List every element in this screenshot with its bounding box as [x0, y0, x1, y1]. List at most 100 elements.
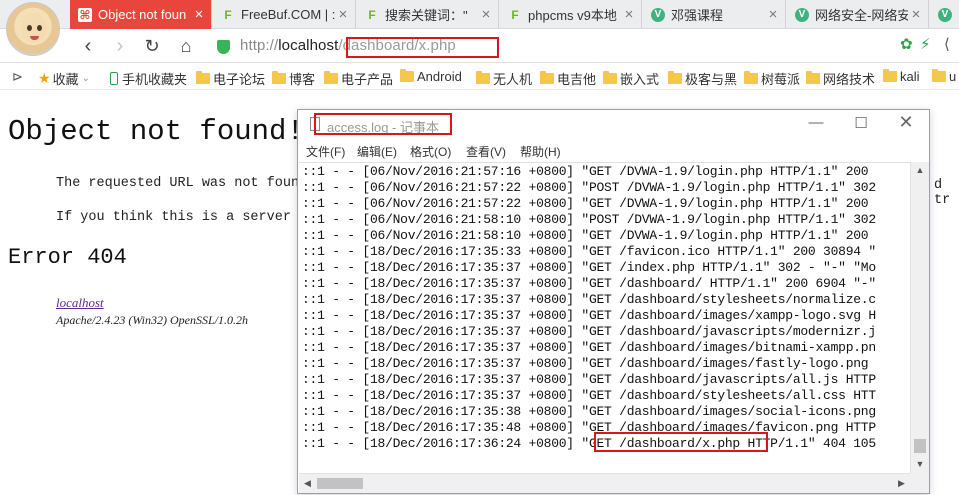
menu-file[interactable]: 文件(F) [306, 143, 345, 160]
log-line: ::1 - - [18/Dec/2016:17:35:37 +0800] "GE… [302, 292, 876, 307]
close-icon[interactable]: × [621, 6, 637, 23]
scroll-right-icon[interactable]: ▶ [893, 474, 910, 493]
tab-strip: ⌘ Object not foun × F FreeBuf.COM | : × … [0, 0, 959, 29]
bookmark-folder[interactable]: Android [400, 69, 462, 84]
bookmark-folder[interactable]: 博客 [272, 69, 315, 88]
folder-icon [272, 71, 286, 84]
scroll-left-icon[interactable]: ◀ [299, 474, 316, 493]
freebuf-icon: F [511, 7, 519, 22]
server-signature: Apache/2.4.23 (Win32) OpenSSL/1.0.2h [56, 313, 248, 327]
home-icon[interactable]: ⌂ [174, 34, 198, 58]
url-host: localhost [278, 37, 339, 54]
notepad-text-area[interactable]: ::1 - - [06/Nov/2016:21:57:16 +0800] "GE… [299, 162, 910, 473]
tab-netsec[interactable]: V 网络安全-网络安 × [787, 0, 929, 29]
log-line: ::1 - - [06/Nov/2016:21:58:10 +0800] "GE… [302, 228, 869, 243]
lightning-icon[interactable]: ⚡ [920, 35, 931, 53]
title-highlight-box [314, 113, 452, 135]
tab-title: 搜索关键词：" [385, 8, 468, 23]
tab-title: 网络安全-网络安 [815, 8, 908, 23]
extension-icon[interactable]: ✿ [900, 35, 913, 53]
tab-phpcms[interactable]: F phpcms v9本地 × [500, 0, 642, 29]
bookmark-folder[interactable]: 嵌入式 [603, 69, 659, 88]
bookmark-folder[interactable]: 极客与黑 [668, 69, 737, 88]
url-highlight-box [346, 37, 499, 58]
log-line: ::1 - - [18/Dec/2016:17:35:37 +0800] "GE… [302, 324, 876, 339]
menu-format[interactable]: 格式(O) [410, 143, 451, 160]
folder-icon [196, 71, 210, 84]
close-icon[interactable]: ✕ [896, 112, 916, 133]
bookmarks-bar: ⊳ ★ 收藏 ⌄ 手机收藏夹 电子论坛 博客 电子产品 Android 无人机 电吉… [0, 64, 959, 90]
log-line: ::1 - - [06/Nov/2016:21:57:22 +0800] "PO… [302, 180, 876, 195]
close-icon[interactable]: × [908, 6, 924, 23]
bookmark-folder[interactable]: 网络技术 [806, 69, 875, 88]
log-line: ::1 - - [06/Nov/2016:21:58:10 +0800] "PO… [302, 212, 876, 227]
bookmark-folder[interactable]: kali [883, 69, 920, 84]
tab-title: FreeBuf.COM | : [241, 7, 335, 22]
folder-icon [476, 71, 490, 84]
maximize-icon[interactable]: ☐ [851, 114, 871, 132]
log-line: ::1 - - [06/Nov/2016:21:57:16 +0800] "GE… [302, 164, 869, 179]
menu-icon[interactable]: ⟨ [944, 35, 950, 53]
scroll-up-icon[interactable]: ▲ [911, 162, 929, 179]
forward-icon[interactable]: › [108, 34, 132, 58]
tab-search-keyword[interactable]: F 搜索关键词：" × [357, 0, 499, 29]
tab-object-not-found[interactable]: ⌘ Object not foun × [70, 0, 212, 29]
folder-icon [806, 71, 820, 84]
vertical-scrollbar[interactable]: ▲ ▼ [910, 162, 929, 473]
folder-icon [744, 71, 758, 84]
star-icon: ★ [38, 70, 51, 86]
resize-grip[interactable] [910, 473, 929, 493]
error-message: The requested URL was not foun [56, 176, 300, 191]
log-line: ::1 - - [18/Dec/2016:17:35:37 +0800] "GE… [302, 356, 869, 371]
scroll-down-icon[interactable]: ▼ [911, 456, 929, 473]
folder-icon [932, 69, 946, 82]
bookmark-folder[interactable]: 电子产品 [324, 69, 393, 88]
reload-icon[interactable]: ↻ [140, 34, 164, 58]
folder-icon [400, 69, 414, 82]
scroll-thumb[interactable] [914, 439, 926, 453]
bookmark-mobile[interactable]: 手机收藏夹 [110, 69, 187, 88]
tab-title: phpcms v9本地 [528, 8, 617, 23]
page-title: Object not found! [8, 115, 304, 148]
bookmark-folder[interactable]: 电吉他 [540, 69, 596, 88]
menu-edit[interactable]: 编辑(E) [357, 143, 397, 160]
bookmark-folder[interactable]: 电子论坛 [196, 69, 265, 88]
log-line: ::1 - - [18/Dec/2016:17:35:37 +0800] "GE… [302, 372, 876, 387]
menu-help[interactable]: 帮助(H) [520, 143, 561, 160]
vue-icon: V [795, 7, 809, 22]
bookmark-favorites[interactable]: ★ 收藏 ⌄ [38, 69, 90, 88]
vue-icon: V [651, 7, 665, 22]
sidebar-toggle-icon[interactable]: ⊳ [12, 69, 23, 85]
log-line: ::1 - - [18/Dec/2016:17:35:37 +0800] "GE… [302, 276, 876, 291]
horizontal-scrollbar[interactable]: ◀ ▶ [299, 473, 910, 493]
log-line: ::1 - - [06/Nov/2016:21:57:22 +0800] "GE… [302, 196, 869, 211]
folder-icon [883, 69, 897, 82]
tab-course[interactable]: V 邓强课程 × [643, 0, 786, 29]
log-line: ::1 - - [18/Dec/2016:17:35:37 +0800] "GE… [302, 388, 876, 403]
scroll-thumb[interactable] [317, 478, 363, 489]
log-line: ::1 - - [18/Dec/2016:17:35:37 +0800] "GE… [302, 308, 876, 323]
vue-icon: V [938, 7, 952, 22]
notepad-menubar: 文件(F) 编辑(E) 格式(O) 查看(V) 帮助(H) [298, 140, 929, 161]
folder-icon [603, 71, 617, 84]
close-icon[interactable]: × [191, 6, 207, 23]
close-icon[interactable]: × [478, 6, 494, 23]
menu-view[interactable]: 查看(V) [466, 143, 506, 160]
minimize-icon[interactable]: — [806, 114, 826, 131]
tab-freebuf[interactable]: F FreeBuf.COM | : × [213, 0, 356, 29]
log-highlight-box [594, 432, 768, 452]
close-icon[interactable]: × [335, 6, 351, 23]
back-icon[interactable]: ‹ [76, 34, 100, 58]
tab-title: 邓强课程 [671, 8, 724, 23]
notepad-titlebar[interactable]: access.log - 记事本 — ☐ ✕ [298, 110, 929, 140]
error-message-tail: d tr [934, 178, 951, 208]
xampp-icon: ⌘ [78, 7, 92, 22]
localhost-link[interactable]: localhost [56, 295, 104, 311]
bookmark-folder[interactable]: u [932, 69, 956, 84]
tab-overflow[interactable]: V [930, 0, 959, 29]
close-icon[interactable]: × [765, 6, 781, 23]
bookmark-folder[interactable]: 无人机 [476, 69, 532, 88]
bookmark-folder[interactable]: 树莓派 [744, 69, 800, 88]
avatar[interactable] [6, 2, 60, 56]
error-code-heading: Error 404 [8, 245, 127, 270]
